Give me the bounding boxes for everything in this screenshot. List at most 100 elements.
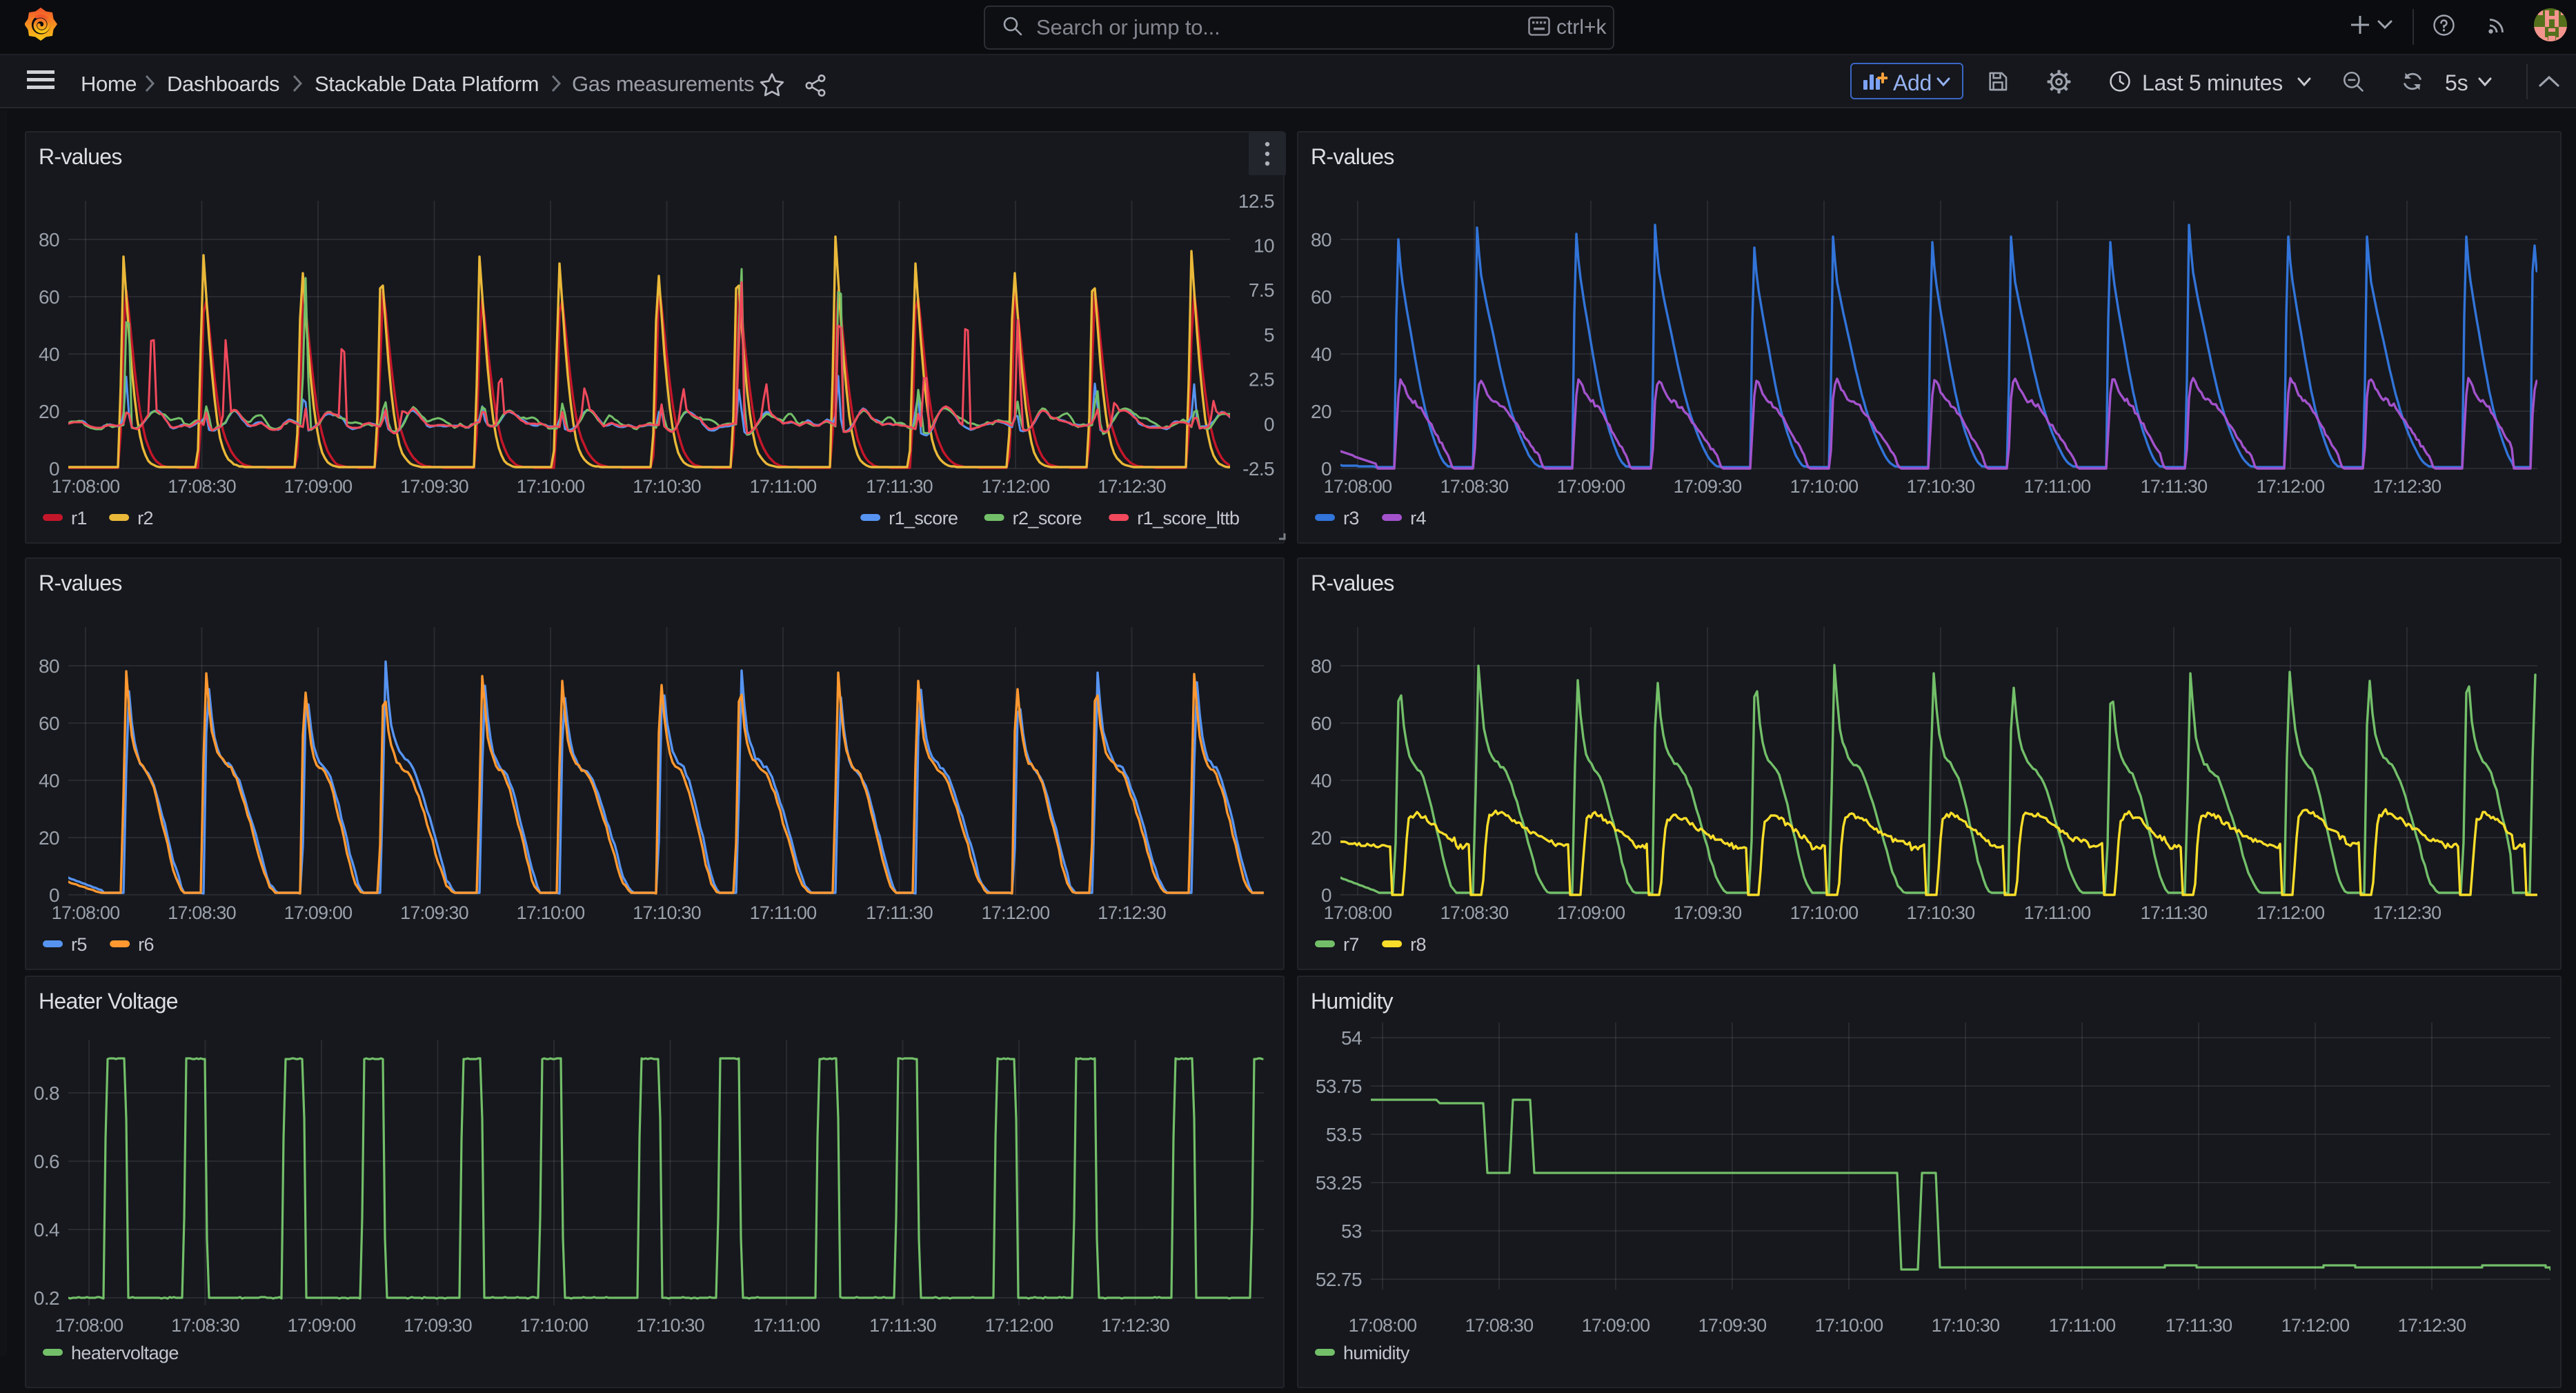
svg-text:17:08:30: 17:08:30 bbox=[1440, 902, 1509, 923]
svg-text:r8: r8 bbox=[1410, 934, 1426, 955]
svg-text:53.25: 53.25 bbox=[1316, 1172, 1362, 1194]
svg-text:17:10:00: 17:10:00 bbox=[1790, 902, 1859, 923]
svg-text:17:08:00: 17:08:00 bbox=[55, 1315, 123, 1336]
svg-text:0.6: 0.6 bbox=[34, 1151, 59, 1172]
svg-text:17:10:00: 17:10:00 bbox=[517, 476, 585, 497]
svg-text:53.75: 53.75 bbox=[1316, 1076, 1362, 1097]
svg-text:40: 40 bbox=[39, 344, 59, 365]
svg-text:17:09:00: 17:09:00 bbox=[1557, 902, 1625, 923]
svg-text:humidity: humidity bbox=[1343, 1343, 1410, 1363]
svg-text:17:12:30: 17:12:30 bbox=[2398, 1315, 2466, 1336]
svg-text:17:11:00: 17:11:00 bbox=[2024, 476, 2091, 497]
svg-text:r7: r7 bbox=[1343, 934, 1359, 955]
svg-text:17:08:00: 17:08:00 bbox=[52, 476, 120, 497]
svg-text:17:08:30: 17:08:30 bbox=[1440, 476, 1509, 497]
svg-text:17:09:30: 17:09:30 bbox=[1674, 902, 1742, 923]
svg-text:17:11:30: 17:11:30 bbox=[2166, 1315, 2232, 1336]
svg-text:17:10:30: 17:10:30 bbox=[636, 1315, 704, 1336]
svg-text:17:08:30: 17:08:30 bbox=[171, 1315, 239, 1336]
svg-text:17:12:30: 17:12:30 bbox=[2373, 476, 2441, 497]
svg-text:r1: r1 bbox=[71, 508, 87, 528]
svg-text:17:11:00: 17:11:00 bbox=[750, 476, 817, 497]
svg-text:17:09:00: 17:09:00 bbox=[288, 1315, 356, 1336]
svg-text:17:11:30: 17:11:30 bbox=[869, 1315, 936, 1336]
svg-text:60: 60 bbox=[39, 713, 59, 734]
svg-text:R-values: R-values bbox=[1311, 571, 1394, 595]
svg-text:80: 80 bbox=[39, 655, 59, 677]
svg-text:17:12:30: 17:12:30 bbox=[1101, 1315, 1169, 1336]
svg-text:heatervoltage: heatervoltage bbox=[71, 1343, 179, 1363]
svg-text:40: 40 bbox=[1311, 770, 1331, 791]
svg-text:17:10:00: 17:10:00 bbox=[517, 902, 585, 923]
svg-text:17:08:30: 17:08:30 bbox=[168, 476, 236, 497]
svg-text:17:09:00: 17:09:00 bbox=[284, 902, 353, 923]
svg-text:17:09:30: 17:09:30 bbox=[400, 476, 468, 497]
svg-text:54: 54 bbox=[1341, 1027, 1362, 1049]
svg-text:20: 20 bbox=[1311, 401, 1331, 422]
svg-text:60: 60 bbox=[1311, 713, 1331, 734]
svg-text:17:12:00: 17:12:00 bbox=[982, 902, 1050, 923]
svg-text:17:12:00: 17:12:00 bbox=[2257, 902, 2325, 923]
svg-text:53: 53 bbox=[1341, 1221, 1362, 1242]
svg-text:17:10:00: 17:10:00 bbox=[1790, 476, 1859, 497]
svg-text:40: 40 bbox=[1311, 344, 1331, 365]
svg-text:R-values: R-values bbox=[39, 144, 122, 169]
svg-text:17:09:30: 17:09:30 bbox=[1698, 1315, 1767, 1336]
svg-text:17:11:30: 17:11:30 bbox=[866, 476, 933, 497]
svg-text:17:08:00: 17:08:00 bbox=[52, 902, 120, 923]
svg-text:-2.5: -2.5 bbox=[1242, 458, 1274, 480]
svg-text:17:10:30: 17:10:30 bbox=[1907, 476, 1975, 497]
svg-text:r6: r6 bbox=[138, 934, 154, 955]
svg-text:12.5: 12.5 bbox=[1238, 190, 1274, 212]
svg-text:7.5: 7.5 bbox=[1249, 279, 1274, 301]
svg-text:17:09:30: 17:09:30 bbox=[404, 1315, 472, 1336]
svg-text:17:12:30: 17:12:30 bbox=[1098, 902, 1166, 923]
svg-text:17:09:00: 17:09:00 bbox=[1557, 476, 1625, 497]
svg-text:17:12:00: 17:12:00 bbox=[982, 476, 1050, 497]
svg-text:40: 40 bbox=[39, 770, 59, 791]
svg-text:0.8: 0.8 bbox=[34, 1083, 59, 1104]
svg-text:17:09:30: 17:09:30 bbox=[400, 902, 468, 923]
svg-text:r1_score: r1_score bbox=[889, 508, 958, 528]
svg-text:17:12:00: 17:12:00 bbox=[2257, 476, 2325, 497]
svg-text:2.5: 2.5 bbox=[1249, 369, 1274, 391]
svg-text:80: 80 bbox=[39, 229, 59, 250]
svg-text:r3: r3 bbox=[1343, 508, 1359, 528]
svg-text:60: 60 bbox=[39, 286, 59, 308]
svg-text:Heater Voltage: Heater Voltage bbox=[39, 989, 178, 1014]
svg-text:17:12:00: 17:12:00 bbox=[2281, 1315, 2350, 1336]
svg-text:17:08:00: 17:08:00 bbox=[1324, 902, 1392, 923]
svg-text:20: 20 bbox=[1311, 827, 1331, 849]
svg-text:52.75: 52.75 bbox=[1316, 1269, 1362, 1290]
svg-text:17:11:30: 17:11:30 bbox=[866, 902, 933, 923]
svg-text:Humidity: Humidity bbox=[1311, 989, 1394, 1014]
svg-text:17:08:00: 17:08:00 bbox=[1324, 476, 1392, 497]
svg-text:r4: r4 bbox=[1410, 508, 1426, 528]
svg-text:17:09:00: 17:09:00 bbox=[1582, 1315, 1650, 1336]
svg-text:17:09:00: 17:09:00 bbox=[284, 476, 353, 497]
svg-text:0: 0 bbox=[1264, 413, 1274, 435]
svg-text:5: 5 bbox=[1264, 324, 1274, 346]
svg-text:53.5: 53.5 bbox=[1326, 1124, 1362, 1145]
svg-text:r2_score: r2_score bbox=[1013, 508, 1082, 528]
svg-text:17:11:30: 17:11:30 bbox=[2141, 476, 2208, 497]
svg-text:20: 20 bbox=[39, 827, 59, 849]
svg-text:17:12:30: 17:12:30 bbox=[1098, 476, 1166, 497]
svg-text:R-values: R-values bbox=[39, 571, 122, 595]
svg-text:20: 20 bbox=[39, 401, 59, 422]
svg-text:80: 80 bbox=[1311, 229, 1331, 250]
svg-text:17:10:00: 17:10:00 bbox=[520, 1315, 588, 1336]
svg-text:60: 60 bbox=[1311, 286, 1331, 308]
svg-text:17:08:30: 17:08:30 bbox=[1465, 1315, 1534, 1336]
svg-text:17:11:00: 17:11:00 bbox=[753, 1315, 820, 1336]
svg-text:R-values: R-values bbox=[1311, 144, 1394, 169]
svg-text:0.2: 0.2 bbox=[34, 1287, 59, 1309]
svg-text:17:11:00: 17:11:00 bbox=[750, 902, 817, 923]
svg-text:17:10:30: 17:10:30 bbox=[633, 902, 701, 923]
svg-text:r1_score_lttb: r1_score_lttb bbox=[1137, 508, 1239, 528]
svg-text:17:08:00: 17:08:00 bbox=[1349, 1315, 1417, 1336]
svg-text:r5: r5 bbox=[71, 934, 87, 955]
svg-text:17:09:30: 17:09:30 bbox=[1674, 476, 1742, 497]
svg-text:17:12:30: 17:12:30 bbox=[2373, 902, 2441, 923]
svg-text:17:11:00: 17:11:00 bbox=[2024, 902, 2091, 923]
